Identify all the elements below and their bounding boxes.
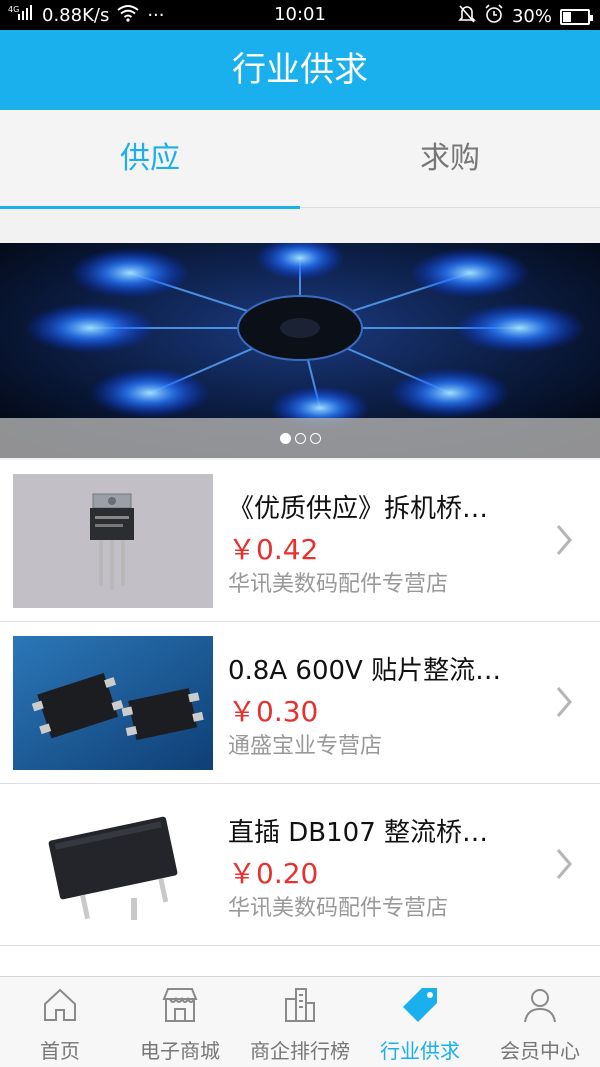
product-list: 《优质供应》拆机桥… ￥0.42 华讯美数码配件专营店 0.8A 600V 贴片… — [0, 460, 600, 976]
product-title: 0.8A 600V 贴片整流… — [228, 656, 502, 686]
page-title: 行业供求 — [0, 30, 600, 110]
shop-name: 通盛宝业专营店 — [228, 734, 383, 759]
nav-home[interactable]: 首页 — [0, 977, 120, 1067]
product-image — [13, 636, 213, 770]
product-title: 直插 DB107 整流桥… — [228, 818, 489, 848]
list-item[interactable] — [0, 946, 600, 976]
list-item[interactable]: 0.8A 600V 贴片整流… ￥0.30 通盛宝业专营店 — [0, 622, 600, 784]
store-icon — [162, 988, 198, 1022]
tab-supply[interactable]: 供应 — [0, 110, 300, 209]
chevron-right-icon — [556, 687, 572, 717]
list-item[interactable]: 直插 DB107 整流桥… ￥0.20 华讯美数码配件专营店 — [0, 784, 600, 946]
bottom-nav: 首页 电子商城 商企排行榜 行业供求 会员中心 — [0, 976, 600, 1067]
tab-bar: 供应 求购 — [0, 110, 600, 209]
alarm-icon — [484, 4, 504, 29]
nav-member-center[interactable]: 会员中心 — [480, 977, 600, 1067]
battery-percent: 30% — [511, 6, 552, 27]
product-image — [13, 798, 213, 932]
chevron-right-icon — [556, 849, 572, 879]
chevron-right-icon — [556, 525, 572, 555]
nav-label: 首页 — [40, 1039, 80, 1063]
carousel-dot[interactable] — [309, 432, 321, 444]
banner-carousel[interactable] — [0, 243, 600, 458]
tag-icon — [403, 988, 437, 1022]
product-title: 《优质供应》拆机桥… — [228, 494, 489, 524]
mute-bell-icon — [458, 4, 476, 29]
shop-name: 华讯美数码配件专营店 — [228, 572, 449, 597]
nav-ranking[interactable]: 商企排行榜 — [240, 977, 360, 1067]
product-image — [13, 474, 213, 608]
tab-purchase[interactable]: 求购 — [300, 110, 600, 208]
nav-label: 行业供求 — [380, 1039, 460, 1063]
carousel-indicator — [0, 418, 600, 458]
nav-store[interactable]: 电子商城 — [120, 977, 240, 1067]
nav-label: 会员中心 — [500, 1039, 580, 1063]
buildings-icon — [285, 988, 315, 1022]
nav-supply-demand[interactable]: 行业供求 — [360, 977, 480, 1067]
nav-label: 电子商城 — [140, 1039, 220, 1063]
product-image — [13, 960, 213, 976]
product-price: ￥0.42 — [228, 533, 319, 566]
user-icon — [524, 989, 556, 1023]
carousel-dot[interactable] — [279, 432, 291, 444]
product-price: ￥0.20 — [228, 857, 319, 890]
home-icon — [44, 988, 76, 1021]
list-item[interactable]: 《优质供应》拆机桥… ￥0.42 华讯美数码配件专营店 — [0, 460, 600, 622]
carousel-dot[interactable] — [294, 432, 306, 444]
battery-icon — [560, 8, 593, 25]
shop-name: 华讯美数码配件专营店 — [228, 896, 449, 921]
status-bar: 4G 0.88K/s ··· 10:01 30% — [0, 0, 600, 30]
nav-label: 商企排行榜 — [250, 1039, 350, 1063]
product-price: ￥0.30 — [228, 695, 319, 728]
